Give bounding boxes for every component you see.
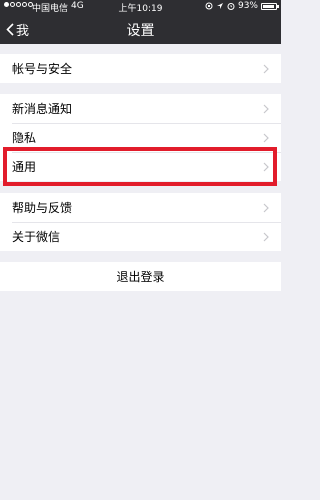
battery-percent: 93%: [237, 1, 258, 11]
chevron-right-icon: [263, 203, 269, 213]
battery-icon: [261, 2, 279, 10]
chevron-right-icon: [263, 133, 269, 143]
alarm-icon: [227, 3, 235, 10]
settings-group-help: 帮助与反馈 关于微信: [0, 193, 281, 251]
settings-item-notifications[interactable]: 新消息通知: [0, 94, 281, 123]
chevron-right-icon: [263, 232, 269, 242]
page-title: 设置: [126, 23, 155, 39]
settings-item-label: 关于微信: [12, 230, 61, 244]
logout-button[interactable]: 退出登录: [0, 262, 281, 291]
chevron-right-icon: [263, 104, 269, 114]
settings-item-account-security[interactable]: 帐号与安全: [0, 54, 281, 83]
settings-item-label: 隐私: [12, 131, 37, 145]
chevron-right-icon: [263, 64, 269, 74]
settings-item-help-feedback[interactable]: 帮助与反馈: [0, 193, 281, 222]
status-bar: 中国电信 4G 上午10:19 93%: [0, 0, 281, 14]
settings-item-label: 帮助与反馈: [12, 201, 73, 215]
lock-rotation-icon: [205, 2, 213, 10]
location-icon: [216, 3, 223, 9]
nav-bar: 我 设置: [0, 14, 281, 44]
settings-group-account: 帐号与安全: [0, 54, 281, 83]
settings-item-label: 新消息通知: [12, 102, 73, 116]
settings-item-label: 帐号与安全: [12, 62, 73, 76]
settings-item-about[interactable]: 关于微信: [0, 222, 281, 251]
highlight-box: [3, 147, 277, 186]
logout-label: 退出登录: [116, 270, 165, 284]
